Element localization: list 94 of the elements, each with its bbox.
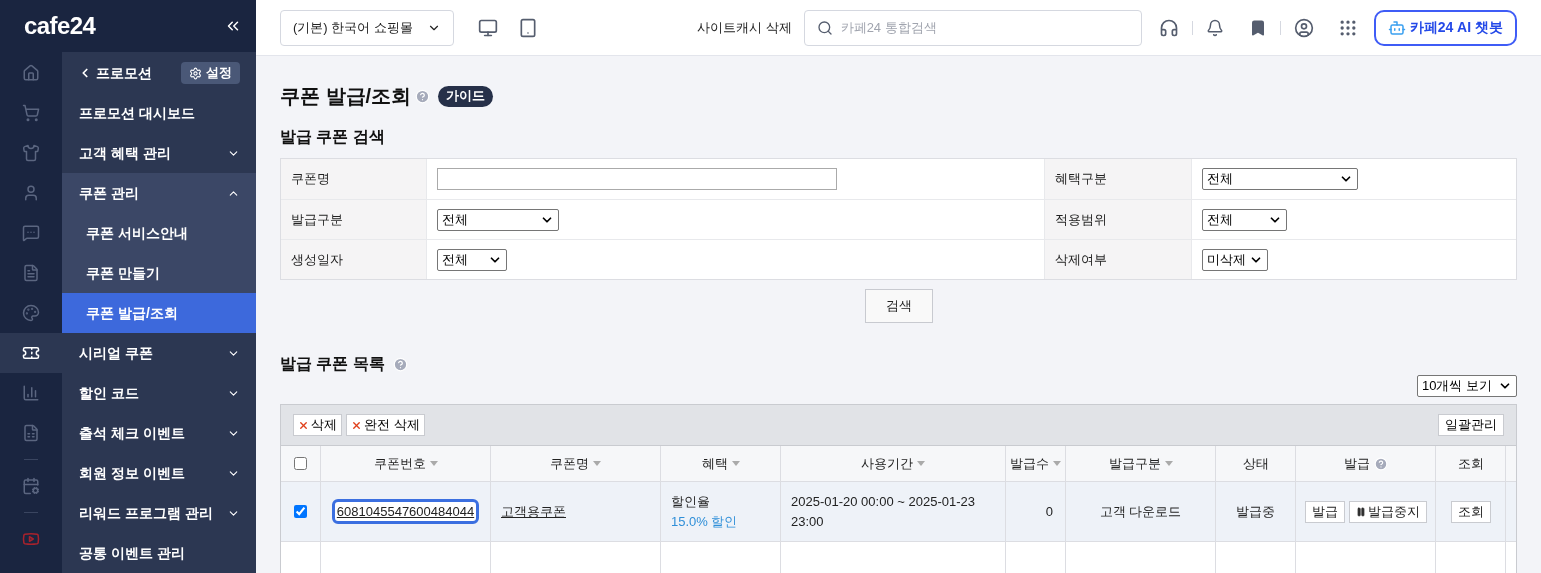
ai-chatbot-button[interactable]: 카페24 AI 챗봇 (1373, 9, 1517, 46)
submenu-item[interactable]: 쿠폰 서비스안내 (62, 213, 256, 253)
benefit-type: 할인율 (671, 492, 711, 511)
calendar-icon (22, 477, 40, 495)
settings-button[interactable]: 설정 (181, 62, 240, 84)
cache-clear-link[interactable]: 사이트캐시 삭제 (697, 17, 792, 38)
benefit-value: 15.0% 할인 (671, 512, 739, 531)
coupon-icon (22, 344, 40, 362)
issue-button[interactable]: 발급 (1304, 500, 1345, 523)
close-icon (351, 419, 362, 431)
column-header-label: 쿠폰번호 (373, 454, 426, 473)
submenu-item[interactable]: 쿠폰 발급/조회 (62, 293, 256, 333)
input-field[interactable] (437, 168, 837, 190)
tablet-icon[interactable] (518, 17, 538, 38)
bell-icon[interactable] (1205, 18, 1224, 37)
section-title: 발급 쿠폰 목록 (280, 354, 385, 374)
settings-icon (189, 66, 202, 80)
delete-all-button[interactable]: 완전 삭제 (346, 414, 425, 436)
column-header-label: 혜택 (701, 454, 728, 473)
sort-icon[interactable] (593, 461, 601, 466)
field-label: 쿠폰명 (281, 159, 427, 199)
home-icon (22, 64, 40, 82)
field-label: 생성일자 (281, 240, 427, 279)
select-field[interactable]: 미삭제 (1202, 248, 1268, 271)
column-header-label: 상태 (1242, 454, 1269, 473)
sheet-icon (22, 424, 40, 442)
sort-icon[interactable] (1164, 461, 1173, 466)
field-label: 적용범위 (1044, 200, 1192, 239)
select-field[interactable]: 전체 (437, 208, 559, 231)
column-header-label: 쿠폰명 (550, 454, 589, 473)
issue-count: 0 (1045, 502, 1053, 521)
user-icon (22, 184, 40, 202)
coupon-number-link[interactable]: 6081045547600484044 (331, 498, 480, 525)
search-icon (816, 19, 833, 36)
help-icon[interactable] (415, 88, 431, 104)
back-link[interactable]: 프로모션 (78, 62, 152, 84)
field-label: 혜택구분 (1044, 159, 1192, 199)
cart-icon (22, 104, 40, 122)
usage-period: 2025-01-20 00:00 ~ 2025-01-23 23:00 (791, 492, 976, 531)
video-icon (22, 530, 40, 548)
menu-item[interactable]: 공통 이벤트 관리 (62, 533, 256, 573)
delete-button[interactable]: 삭제 (293, 414, 342, 436)
column-header-label: 발급수 (1010, 454, 1049, 473)
store-select[interactable]: (기본) 한국어 쇼핑몰 (280, 9, 454, 46)
chart-icon (22, 384, 40, 402)
column-header-label: 발급 (1343, 454, 1370, 473)
robot-icon (1387, 18, 1406, 37)
row-checkbox[interactable] (294, 505, 307, 518)
menu-item[interactable]: 쿠폰 관리 (62, 173, 256, 213)
pause-icon (1355, 506, 1366, 517)
select-field[interactable]: 전체 (1202, 168, 1358, 190)
close-icon (298, 419, 309, 431)
menu-item[interactable]: 고객 혜택 관리 (62, 133, 256, 173)
issue-type: 고객 다운로드 (1099, 502, 1182, 521)
headset-icon[interactable] (1158, 17, 1179, 38)
search-button[interactable]: 검색 (864, 289, 933, 323)
field-label: 삭제여부 (1044, 240, 1192, 279)
column-header-label: 발급구분 (1108, 454, 1161, 473)
account-icon[interactable] (1293, 17, 1314, 38)
menu-item[interactable]: 회원 정보 이벤트 (62, 453, 256, 493)
page-size-select[interactable]: 10개씩 보기 (1417, 375, 1517, 397)
menu-item[interactable]: 리워드 프로그램 관리 (62, 493, 256, 533)
help-icon[interactable] (1373, 456, 1388, 471)
select-field[interactable]: 전체 (1202, 208, 1287, 231)
sort-icon[interactable] (731, 461, 740, 466)
section-title: 발급 쿠폰 검색 (280, 127, 386, 147)
monitor-icon[interactable] (478, 17, 498, 38)
select-all-checkbox[interactable] (294, 457, 307, 470)
field-label: 발급구분 (281, 200, 427, 239)
column-header-label: 조회 (1457, 454, 1484, 473)
page-title: 쿠폰 발급/조회 (280, 84, 412, 109)
chat-icon (22, 224, 40, 242)
logo[interactable]: cafe24 (24, 8, 96, 44)
document-icon (22, 264, 40, 282)
menu-item[interactable]: 시리얼 쿠폰 (62, 333, 256, 373)
nav-rail-item[interactable] (0, 333, 62, 373)
guide-link[interactable]: 가이드 (438, 85, 494, 107)
help-icon[interactable] (392, 356, 408, 372)
view-button[interactable]: 조회 (1450, 500, 1491, 523)
coupon-name-link[interactable]: 고객용쿠폰 (501, 501, 566, 522)
sort-icon[interactable] (429, 461, 438, 466)
shirt-icon (22, 144, 40, 162)
bulk-manage-button[interactable]: 일괄관리 (1438, 414, 1504, 436)
palette-icon (22, 304, 40, 322)
menu-item[interactable]: 출석 체크 이벤트 (62, 413, 256, 453)
sort-icon[interactable] (1053, 461, 1061, 466)
status-text: 발급중 (1236, 502, 1275, 521)
submenu-item[interactable]: 쿠폰 만들기 (62, 253, 256, 293)
sort-icon[interactable] (917, 461, 925, 466)
select-field[interactable]: 전체 (437, 248, 507, 271)
menu-item[interactable]: 프로모션 대시보드 (62, 93, 256, 133)
stop-issue-button[interactable]: 발급중지 (1348, 500, 1427, 523)
column-header-label: 사용기간 (861, 454, 913, 473)
menu-item[interactable]: 할인 코드 (62, 373, 256, 413)
